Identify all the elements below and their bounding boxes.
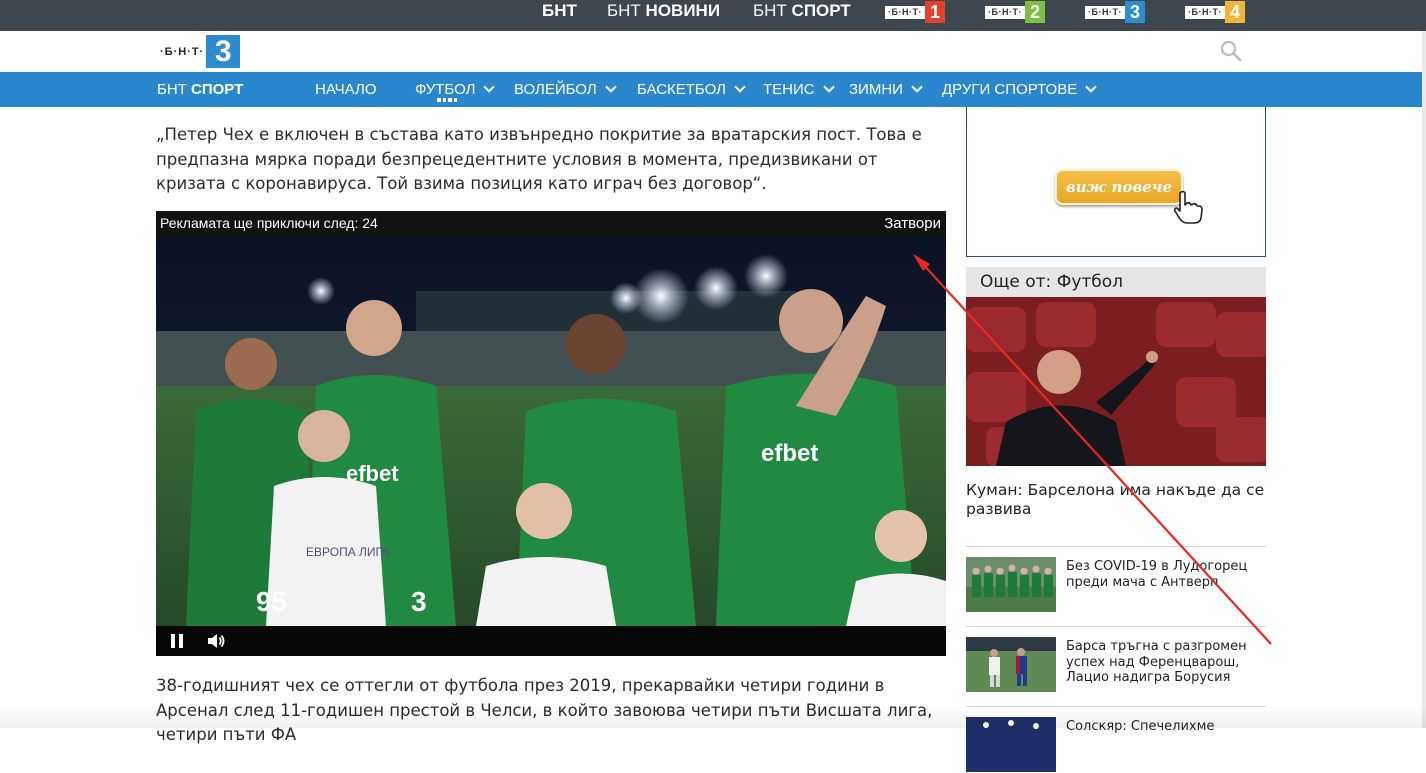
video-frame: efbet efbet ЕВРОПА ЛИГА 95 3 [156,236,946,626]
channel-bnt3-logo[interactable]: ·Б·Н·Т· 3 [1085,1,1145,23]
logo-brand: ·Б·Н·Т· [160,45,205,58]
article-paragraph: „Петер Чех е включен в състава като извъ… [156,125,922,193]
story-title: Без COVID-19 в Лудогорец преди мача с Ан… [1066,559,1248,590]
nav-brand-bnt-sport[interactable]: БНТ СПОРТ [157,72,243,107]
search-icon[interactable] [1220,40,1242,62]
pause-icon[interactable] [170,634,184,648]
close-ad-button[interactable]: Затвори [884,211,941,236]
sidebar-ad-banner[interactable]: виж повече [966,107,1266,257]
shirt-number: 3 [411,586,427,617]
divider [966,546,1266,547]
related-story-item[interactable]: Барса тръгна с разгромен успех над Ферен… [966,637,1266,693]
channel-bnt1-logo[interactable]: ·Б·Н·Т· 1 [885,1,945,23]
video-controls [156,626,946,656]
channel-brand: ·Б·Н·Т· [1085,5,1125,19]
volume-icon[interactable] [206,632,226,650]
pointer-hand-icon [1173,190,1203,224]
chevron-down-icon [734,81,746,93]
story-thumbnail [966,557,1056,612]
topbar-link-bnt-sport[interactable]: БНТ СПОРТ [753,0,851,31]
nav-item-home[interactable]: НАЧАЛО [315,72,377,107]
chevron-down-icon [822,81,835,93]
active-nav-dots [437,98,457,102]
logo-row: ·Б·Н·Т· 3 [0,31,1426,72]
channel-brand: ·Б·Н·Т· [885,5,925,19]
more-from-football-heading: Още от: Футбол [966,267,1266,297]
ad-countdown: Рекламата ще приключи след: 24 [160,215,378,231]
shirt-number: 95 [256,586,287,617]
ad-bar: Рекламата ще приключи след: 24 Затвори [156,211,946,236]
related-story-item[interactable]: Без COVID-19 в Лудогорец преди мача с Ан… [966,557,1266,613]
page-scrollbar[interactable] [1422,31,1426,728]
channel-number: 2 [1024,1,1045,23]
article-paragraph: 38-годишният чех се оттегли от футбола п… [156,676,933,744]
channel-number: 3 [1124,1,1145,23]
shirt-sponsor-text: efbet [761,440,818,467]
channel-bnt4-logo[interactable]: ·Б·Н·Т· 4 [1185,1,1245,23]
logo-number: 3 [206,35,241,68]
chevron-down-icon [1085,81,1097,93]
sport-navigation: БНТ СПОРТ НАЧАЛО ФУТБОЛ ВОЛЕЙБОЛ БАСКЕТБ… [0,72,1422,107]
divider [966,626,1266,627]
network-topbar: БНТ БНТ НОВИНИ БНТ СПОРТ ·Б·Н·Т· 1 ·Б·Н·… [0,0,1426,35]
story-title: Барса тръгна с разгромен успех над Ферен… [1066,639,1247,685]
nav-item-tennis[interactable]: ТЕНИС [763,72,835,107]
channel-brand: ·Б·Н·Т· [1185,5,1225,19]
kid-shirt-text: ЕВРОПА ЛИГА [306,545,389,559]
chevron-down-icon [911,81,923,93]
channel-number: 4 [1224,1,1245,23]
topbar-link-bnt[interactable]: БНТ [542,0,577,31]
chevron-down-icon [483,81,496,93]
channel-bnt2-logo[interactable]: ·Б·Н·Т· 2 [985,1,1045,23]
nav-item-other-sports[interactable]: ДРУГИ СПОРТОВЕ [942,72,1097,107]
related-story-item[interactable]: Солскяр: Спечелихме [966,717,1266,773]
topbar-link-bnt-novini[interactable]: БНТ НОВИНИ [607,0,720,31]
nav-item-volleyball[interactable]: ВОЛЕЙБОЛ [514,72,617,107]
nav-item-basketball[interactable]: БАСКЕТБОЛ [637,72,746,107]
main-story-title[interactable]: Куман: Барселона има накъде да се развив… [966,481,1266,519]
channel-number: 1 [924,1,945,23]
story-title: Солскяр: Спечелихме [1066,719,1215,734]
nav-item-winter[interactable]: ЗИМНИ [849,72,923,107]
bnt3-logo[interactable]: ·Б·Н·Т· 3 [160,35,241,68]
story-thumbnail [966,637,1056,692]
koeman-photo [966,297,1266,466]
see-more-button[interactable]: виж повече [1055,169,1183,205]
story-thumbnail [966,717,1056,772]
chevron-down-icon [604,81,617,93]
channel-brand: ·Б·Н·Т· [985,5,1025,19]
video-player[interactable]: Рекламата ще приключи след: 24 Затвори e… [156,211,946,656]
divider [966,706,1266,707]
main-story-image[interactable] [966,297,1266,466]
